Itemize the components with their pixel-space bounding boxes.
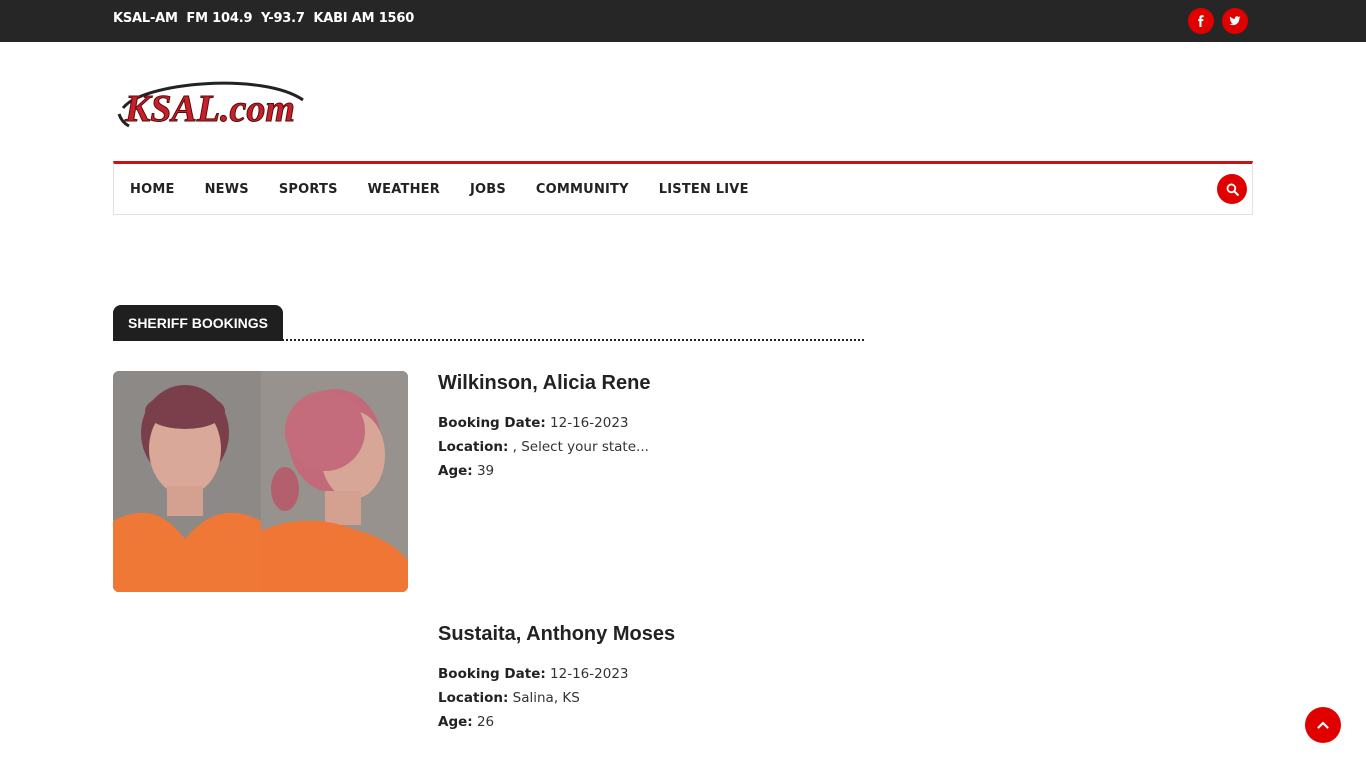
nav-listen-live[interactable]: LISTEN LIVE bbox=[659, 182, 749, 197]
logo-text: KSAL.com bbox=[124, 88, 295, 130]
booking-photo[interactable] bbox=[113, 371, 408, 592]
booking-entry: Sustaita, Anthony Moses Booking Date: 12… bbox=[438, 623, 675, 734]
search-button[interactable] bbox=[1217, 174, 1247, 204]
nav-news[interactable]: NEWS bbox=[205, 182, 249, 197]
nav-weather[interactable]: WEATHER bbox=[368, 182, 440, 197]
booking-date-value: 12-16-2023 bbox=[550, 415, 629, 431]
twitter-link[interactable] bbox=[1222, 8, 1248, 34]
nav-sports[interactable]: SPORTS bbox=[279, 182, 338, 197]
chevron-up-icon bbox=[1317, 721, 1329, 729]
facebook-icon bbox=[1198, 15, 1204, 27]
location-row: Location: Salina, KS bbox=[438, 686, 675, 710]
back-to-top-button[interactable] bbox=[1305, 707, 1341, 743]
location-label: Location: bbox=[438, 690, 509, 706]
top-bar: KSAL-AM FM 104.9 Y-93.7 KABI AM 1560 bbox=[0, 0, 1366, 42]
section-header: SHERIFF BOOKINGS bbox=[113, 305, 864, 341]
booking-date-row: Booking Date: 12-16-2023 bbox=[438, 662, 675, 686]
main-navigation: HOME NEWS SPORTS WEATHER JOBS COMMUNITY … bbox=[113, 161, 1253, 215]
age-row: Age: 26 bbox=[438, 710, 675, 734]
age-label: Age: bbox=[438, 463, 473, 479]
age-value: 26 bbox=[476, 714, 495, 730]
nav-home[interactable]: HOME bbox=[130, 182, 175, 197]
booking-date-row: Booking Date: 12-16-2023 bbox=[438, 411, 650, 435]
search-icon bbox=[1226, 183, 1239, 196]
facebook-link[interactable] bbox=[1188, 8, 1214, 34]
booking-date-label: Booking Date: bbox=[438, 415, 546, 431]
nav-community[interactable]: COMMUNITY bbox=[536, 182, 629, 197]
site-logo[interactable]: KSAL.com bbox=[113, 74, 305, 131]
booking-entry: Wilkinson, Alicia Rene Booking Date: 12-… bbox=[438, 372, 650, 483]
section-title: SHERIFF BOOKINGS bbox=[113, 305, 283, 341]
mugshot-image bbox=[113, 371, 408, 592]
ksal-logo-image: KSAL.com bbox=[117, 81, 304, 131]
station-list: KSAL-AM FM 104.9 Y-93.7 KABI AM 1560 bbox=[113, 11, 415, 26]
booking-name-link[interactable]: Wilkinson, Alicia Rene bbox=[438, 372, 650, 395]
nav-jobs[interactable]: JOBS bbox=[470, 182, 506, 197]
age-row: Age: 39 bbox=[438, 459, 650, 483]
booking-date-label: Booking Date: bbox=[438, 666, 546, 682]
location-row: Location: , Select your state... bbox=[438, 435, 650, 459]
booking-name-link[interactable]: Sustaita, Anthony Moses bbox=[438, 623, 675, 646]
age-value: 39 bbox=[476, 463, 495, 479]
location-value: Salina, KS bbox=[512, 690, 580, 706]
twitter-icon bbox=[1229, 16, 1241, 26]
age-label: Age: bbox=[438, 714, 473, 730]
location-value: , Select your state... bbox=[512, 439, 649, 455]
booking-date-value: 12-16-2023 bbox=[550, 666, 629, 682]
location-label: Location: bbox=[438, 439, 509, 455]
